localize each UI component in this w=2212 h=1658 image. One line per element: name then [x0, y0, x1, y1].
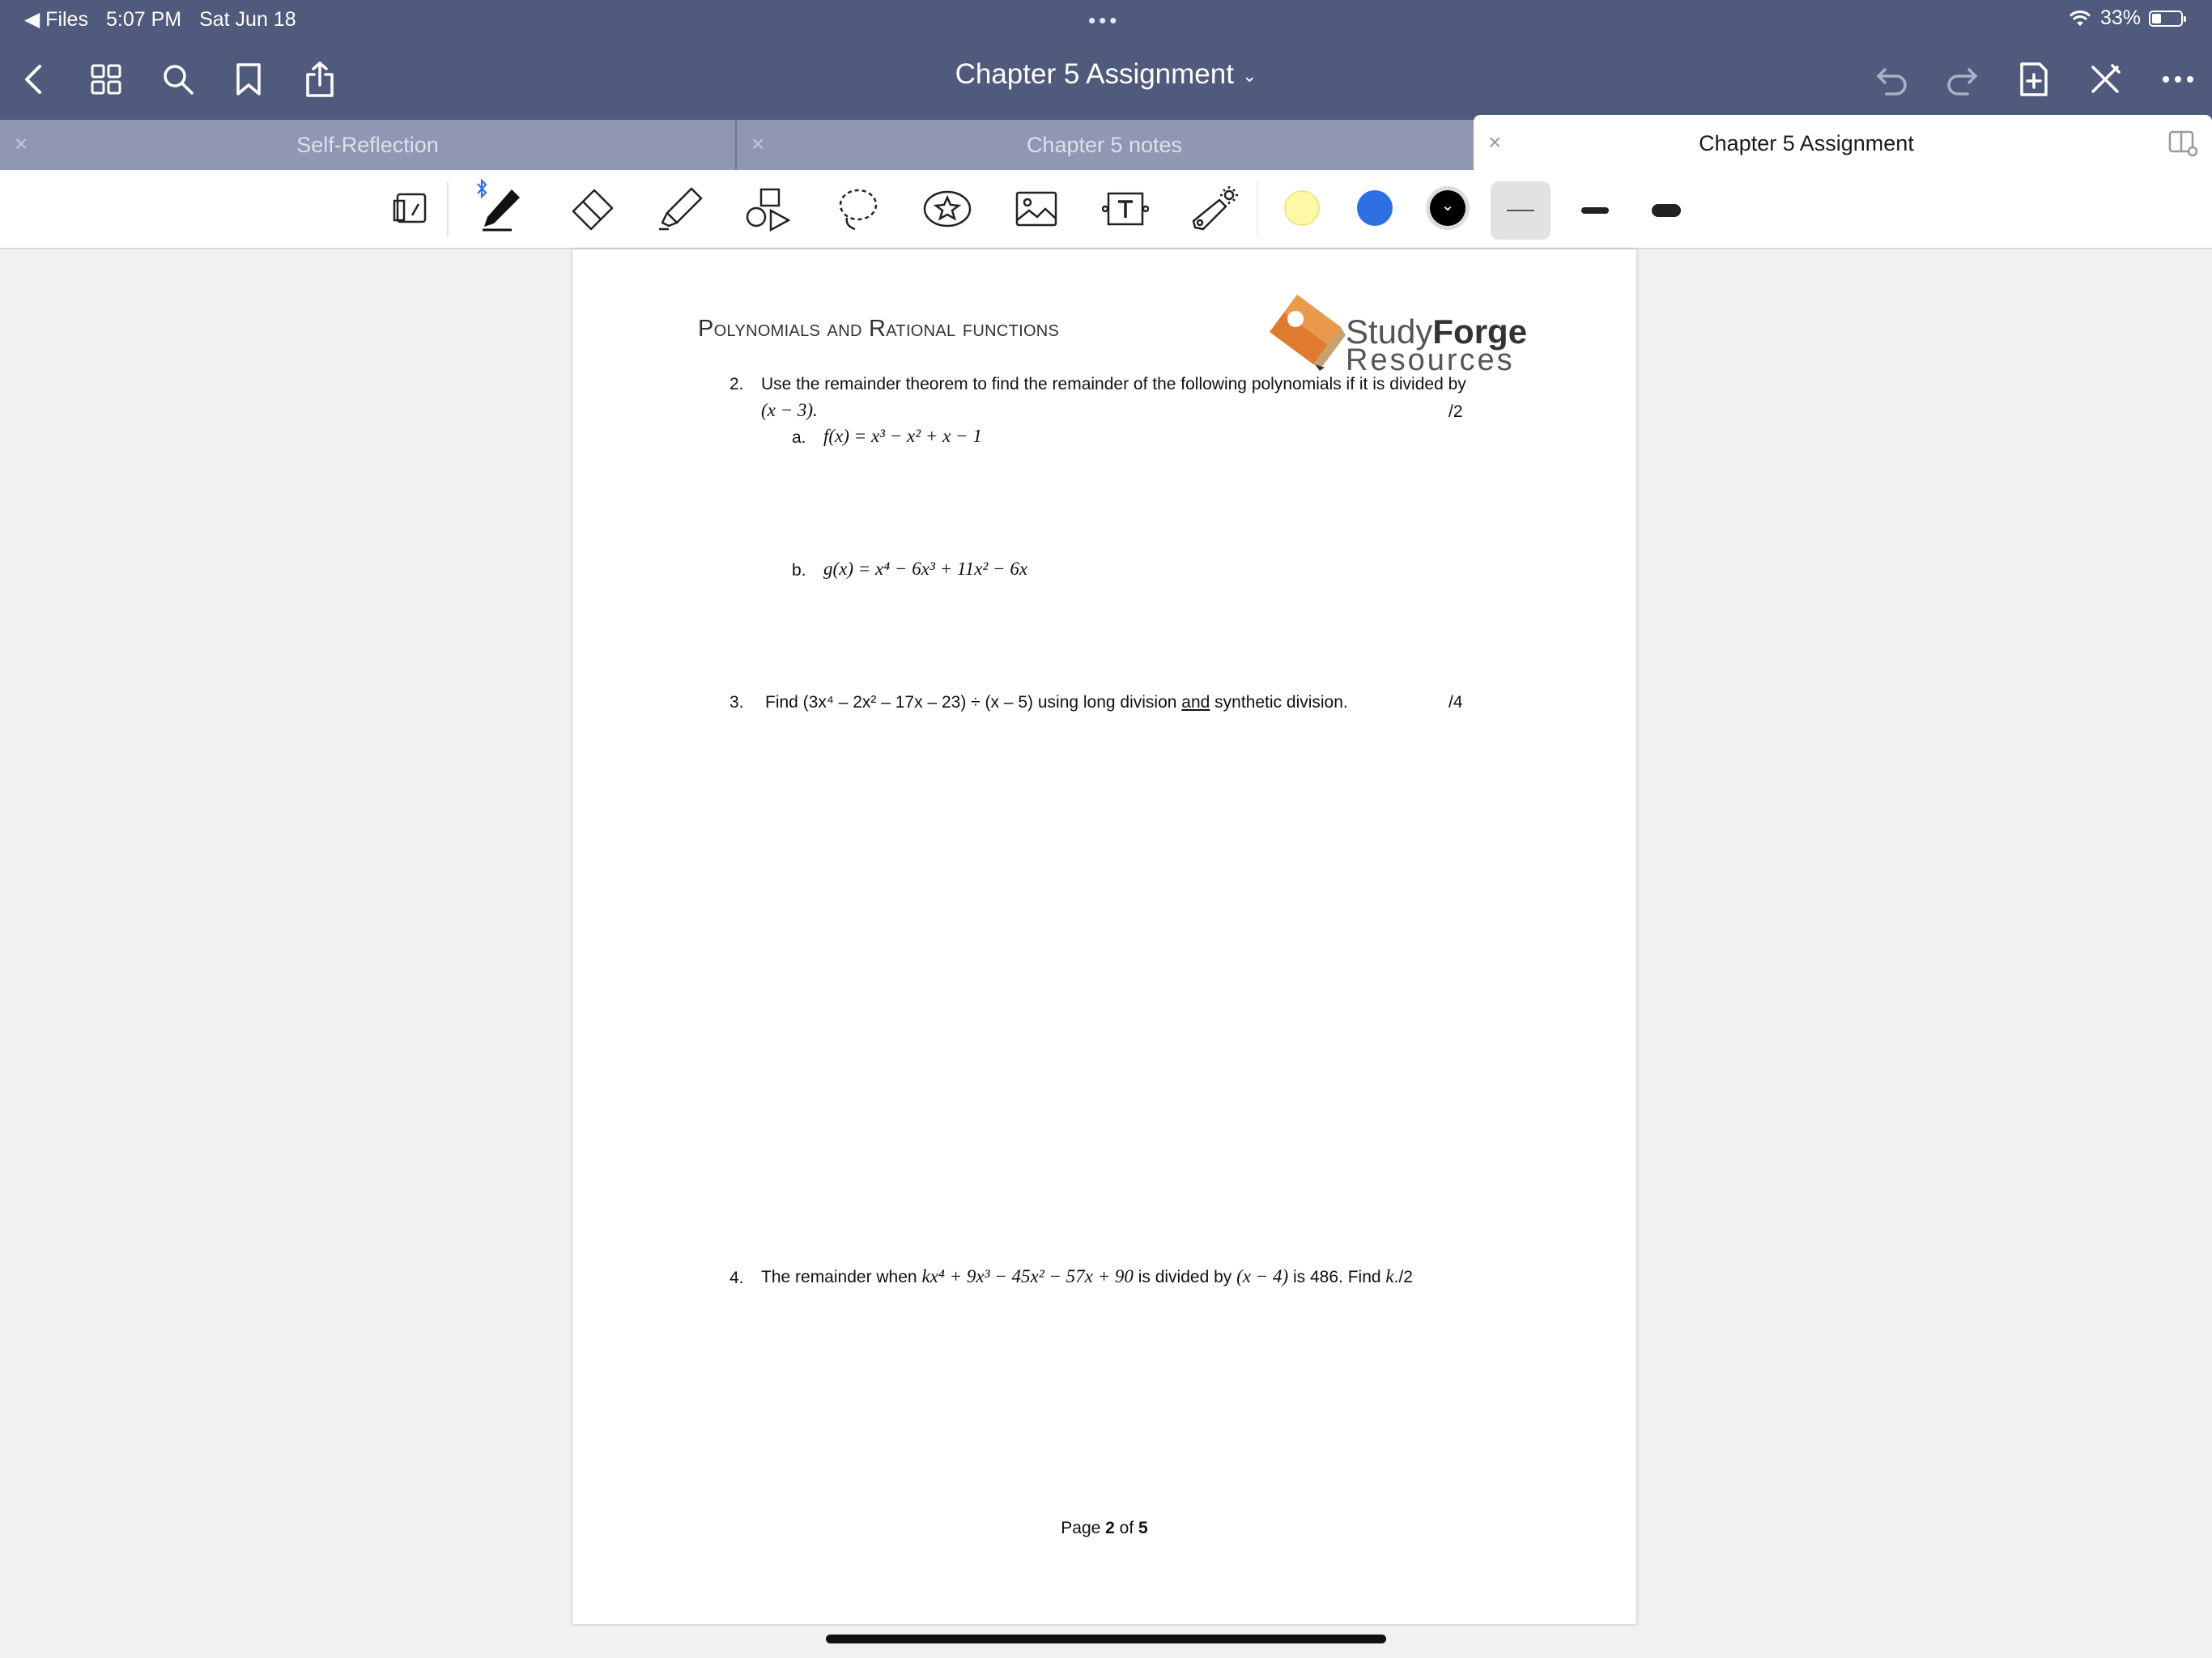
text-tool-icon[interactable] — [1100, 183, 1151, 235]
more-options-icon[interactable] — [2154, 55, 2202, 104]
document-page[interactable]: Polynomials and Rational functions Study… — [572, 249, 1636, 1624]
question-4-number: 4. — [730, 1269, 744, 1287]
question-3-number: 3. — [730, 693, 744, 712]
stroke-width-medium[interactable] — [1565, 181, 1625, 240]
redo-icon[interactable] — [1938, 55, 1986, 104]
multitasking-dots-icon[interactable]: ••• — [1088, 8, 1120, 33]
split-view-icon[interactable] — [2168, 130, 2197, 157]
pencil-logo-icon — [1270, 295, 1346, 371]
chevron-down-icon: ⌄ — [1440, 197, 1455, 215]
status-bar: ◀ Files 5:07 PM Sat Jun 18 ••• 33% — [0, 0, 2212, 39]
question-3-text: Find (3x⁴ – 2x² – 17x – 23) ÷ (x – 5) us… — [765, 693, 1348, 712]
status-date: Sat Jun 18 — [199, 7, 296, 31]
eraser-tool-icon[interactable] — [565, 183, 617, 235]
home-indicator[interactable] — [826, 1635, 1386, 1643]
question-2a-expression: f(x) = x³ − x² + x − 1 — [823, 426, 982, 446]
stroke-width-thick[interactable] — [1636, 181, 1696, 240]
question-2-points: /2 — [1448, 402, 1463, 421]
lasso-tool-icon[interactable] — [832, 183, 884, 235]
color-swatch-yellow[interactable] — [1284, 190, 1320, 226]
laser-pointer-icon[interactable] — [1189, 183, 1240, 235]
add-page-icon[interactable] — [2010, 55, 2058, 104]
tab-self-reflection[interactable]: × Self-Reflection — [0, 120, 735, 170]
sticker-tool-icon[interactable] — [921, 183, 973, 235]
color-swatch-blue[interactable] — [1357, 190, 1393, 226]
question-2b-expression: g(x) = x⁴ − 6x³ + 11x² − 6x — [823, 559, 1028, 579]
pen-off-icon[interactable] — [2081, 55, 2129, 104]
undo-icon[interactable] — [1868, 55, 1916, 104]
pen-tool-icon[interactable] — [476, 183, 528, 235]
page-number: Page 2 of 5 — [1061, 1519, 1148, 1537]
status-time: 5:07 PM — [105, 7, 182, 31]
back-to-files-link[interactable]: ◀ Files — [24, 7, 88, 32]
tab-chapter-5-assignment[interactable]: × Chapter 5 Assignment — [1474, 115, 2212, 170]
navigation-bar: Chapter 5 Assignment ⌄ — [0, 39, 2212, 120]
tab-chapter-5-notes[interactable]: × Chapter 5 notes — [737, 120, 1472, 170]
question-3-points: /4 — [1448, 693, 1463, 712]
question-2-number: 2. — [730, 375, 744, 393]
battery-icon — [2149, 10, 2186, 27]
read-only-mode-icon[interactable] — [385, 183, 437, 235]
document-tab-bar: × Self-Reflection × Chapter 5 notes × Ch… — [0, 115, 2212, 170]
highlighter-tool-icon[interactable] — [654, 183, 706, 235]
document-heading: Polynomials and Rational functions — [698, 316, 1060, 342]
shapes-tool-icon[interactable] — [743, 183, 795, 235]
question-2a-label: a. — [792, 428, 806, 447]
question-2-divisor: (x − 3). — [761, 400, 818, 420]
question-2-text: Use the remainder theorem to find the re… — [761, 375, 1466, 393]
battery-percent: 33% — [2099, 6, 2141, 29]
question-2b-label: b. — [792, 561, 806, 580]
studyforge-logo: StudyForge Resources — [1265, 290, 1532, 379]
image-tool-icon[interactable] — [1010, 183, 1062, 235]
wifi-icon — [2069, 10, 2091, 26]
color-swatch-black-selected[interactable]: ⌄ — [1430, 190, 1465, 226]
stroke-width-thin[interactable] — [1491, 181, 1551, 240]
annotation-toolbar: ⌄ — [0, 170, 2212, 249]
chevron-down-icon: ⌄ — [1241, 65, 1257, 86]
question-4-text: The remainder when kx⁴ + 9x³ − 45x² − 57… — [761, 1266, 1413, 1286]
